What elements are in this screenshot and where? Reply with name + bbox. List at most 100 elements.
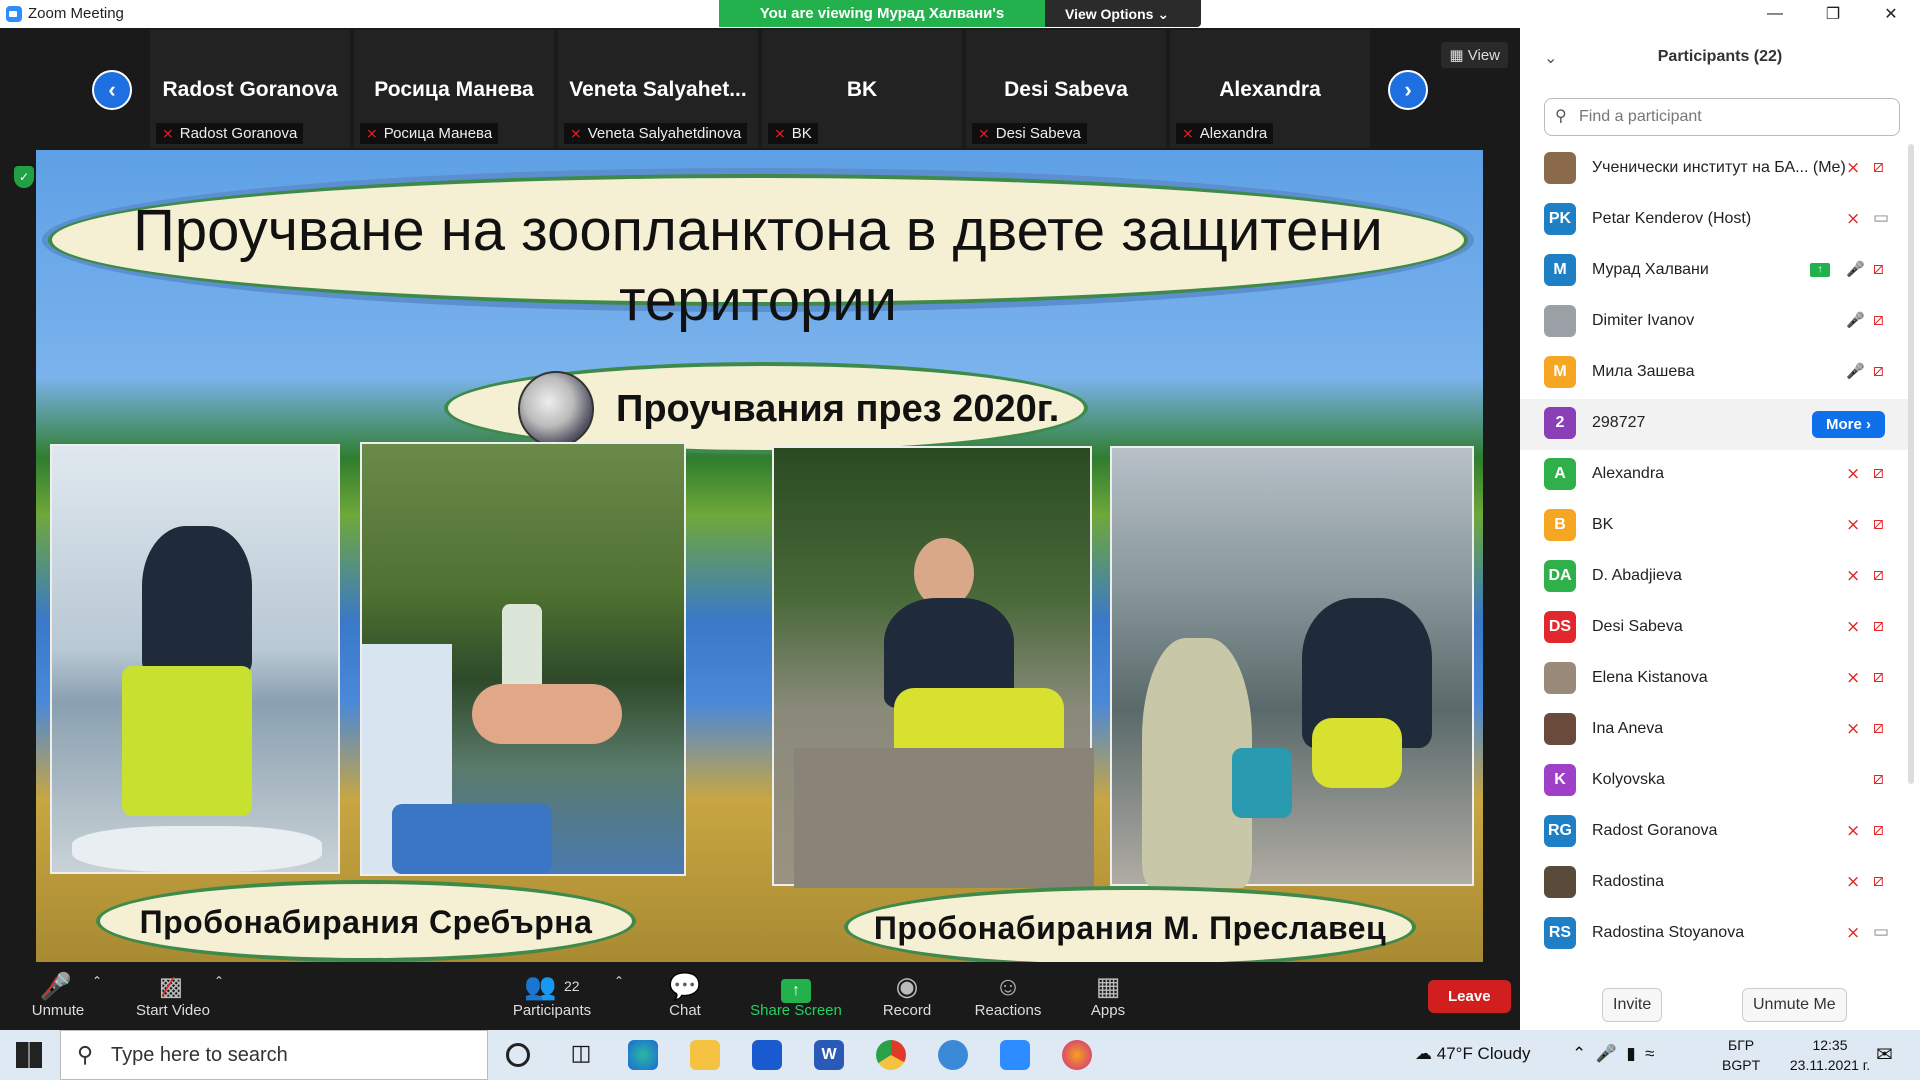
chat-button[interactable]: 💬 Chat	[660, 970, 710, 1019]
participants-caret-icon[interactable]: ⌃	[612, 974, 626, 988]
start-video-button[interactable]: ▩⁄ Start Video	[130, 970, 216, 1019]
view-button[interactable]: ▦ View	[1441, 42, 1508, 68]
view-options-button[interactable]: View Options ⌄	[1045, 0, 1201, 27]
edge-browser-icon[interactable]	[628, 1040, 658, 1070]
participant-row[interactable]: M Мурад Халвани ↑ 🎤 ⧄	[1520, 246, 1912, 297]
messenger-icon[interactable]	[938, 1040, 968, 1070]
zoom-taskbar-icon[interactable]	[1000, 1040, 1030, 1070]
video-off-icon[interactable]: ⧄	[1873, 871, 1884, 891]
close-icon[interactable]: ✕	[1862, 0, 1920, 28]
participants-button[interactable]: 👥 22 Participants	[510, 970, 594, 1019]
apps-button[interactable]: ▦ Apps	[1088, 970, 1128, 1019]
video-off-icon[interactable]: ⧄	[1873, 718, 1884, 738]
participant-row[interactable]: RG Radost Goranova ⨯ ⧄	[1520, 807, 1912, 858]
participant-row[interactable]: Elena Kistanova ⨯ ⧄	[1520, 654, 1912, 705]
participant-list-scrollbar[interactable]	[1908, 144, 1914, 784]
participant-row[interactable]: Dimiter Ivanov 🎤 ⧄	[1520, 297, 1912, 348]
mic-icon[interactable]: 🎤	[1846, 362, 1865, 380]
weather-widget[interactable]: ☁ 47°F Cloudy	[1415, 1044, 1530, 1064]
firefox-icon[interactable]	[1062, 1040, 1092, 1070]
language-indicator[interactable]: БГР BGPT	[1722, 1035, 1760, 1075]
video-tile[interactable]: Desi Sabeva ⨯ Desi Sabeva	[966, 30, 1166, 148]
mic-icon[interactable]: 🎤	[1846, 311, 1865, 329]
video-off-icon[interactable]: ⧄	[1873, 310, 1884, 330]
mic-muted-icon[interactable]: ⨯	[1846, 923, 1860, 943]
video-off-icon[interactable]: ⧄	[1873, 463, 1884, 483]
video-icon[interactable]: ▭	[1873, 922, 1889, 942]
clock[interactable]: 12:35 23.11.2021 г.	[1780, 1035, 1880, 1075]
word-icon[interactable]: W	[814, 1040, 844, 1070]
prev-page-button[interactable]: ‹	[92, 70, 132, 110]
video-tile[interactable]: BK ⨯ BK	[762, 30, 962, 148]
notifications-icon[interactable]: ✉	[1876, 1042, 1893, 1067]
cortana-icon[interactable]	[506, 1043, 530, 1067]
windows-start-icon[interactable]	[16, 1042, 42, 1068]
mic-muted-icon[interactable]: ⨯	[1846, 158, 1860, 178]
mic-muted-icon[interactable]: ⨯	[1846, 209, 1860, 229]
participant-row[interactable]: Ученически институт на БА... (Me) ⨯ ⧄	[1520, 144, 1912, 195]
participant-search-input[interactable]: ⚲ Find a participant	[1544, 98, 1900, 136]
task-view-icon[interactable]: ◫	[566, 1040, 596, 1070]
show-hidden-icons-icon[interactable]: ⌃	[1572, 1044, 1586, 1063]
video-tile[interactable]: Veneta Salyahet... ⨯ Veneta Salyahetdinova	[558, 30, 758, 148]
mic-muted-icon[interactable]: ⨯	[1846, 464, 1860, 484]
chrome-icon[interactable]	[876, 1040, 906, 1070]
participant-row[interactable]: A Alexandra ⨯ ⧄	[1520, 450, 1912, 501]
mic-muted-icon[interactable]: ⨯	[1846, 617, 1860, 637]
microphone-icon[interactable]: 🎤	[1596, 1044, 1617, 1063]
video-tile[interactable]: Росица Манева ⨯ Росица Манева	[354, 30, 554, 148]
video-off-icon[interactable]: ⧄	[1873, 361, 1884, 381]
participant-row[interactable]: M Мила Зашева 🎤 ⧄	[1520, 348, 1912, 399]
unmute-button[interactable]: 🎤⁄ Unmute	[28, 970, 88, 1019]
participant-row[interactable]: RS Radostina Stoyanova ⨯ ▭	[1520, 909, 1912, 960]
app-title: Zoom Meeting	[6, 5, 124, 22]
battery-icon[interactable]: ▮	[1626, 1044, 1635, 1063]
share-screen-button[interactable]: ↑ Share Screen	[750, 970, 842, 1019]
video-options-caret-icon[interactable]: ⌃	[212, 974, 226, 988]
mic-muted-icon[interactable]: ⨯	[1846, 566, 1860, 586]
participants-icon: 👥	[524, 971, 557, 1001]
video-tile[interactable]: Radost Goranova ⨯ Radost Goranova	[150, 30, 350, 148]
wifi-icon[interactable]: ≈	[1645, 1044, 1654, 1063]
video-off-icon[interactable]: ⧄	[1873, 820, 1884, 840]
record-button[interactable]: ◉ Record	[878, 970, 936, 1019]
mic-muted-icon[interactable]: ⨯	[1846, 515, 1860, 535]
video-icon[interactable]: ▭	[1873, 208, 1889, 228]
reactions-button[interactable]: ☺ Reactions	[972, 970, 1044, 1019]
video-off-icon[interactable]: ⧄	[1873, 514, 1884, 534]
next-page-button[interactable]: ›	[1388, 70, 1428, 110]
encryption-shield-icon[interactable]: ✓	[14, 166, 34, 188]
unmute-me-button[interactable]: Unmute Me	[1742, 988, 1847, 1022]
mic-muted-icon[interactable]: ⨯	[1846, 719, 1860, 739]
video-off-icon[interactable]: ⧄	[1873, 565, 1884, 585]
participant-row[interactable]: K Kolyovska ⧄	[1520, 756, 1912, 807]
video-off-icon[interactable]: ⧄	[1873, 157, 1884, 177]
participant-row[interactable]: Radostina ⨯ ⧄	[1520, 858, 1912, 909]
mic-muted-icon[interactable]: ⨯	[1846, 821, 1860, 841]
participant-row[interactable]: Ina Aneva ⨯ ⧄	[1520, 705, 1912, 756]
taskbar-search-input[interactable]: ⚲ Type here to search	[60, 1030, 488, 1080]
participant-row[interactable]: PK Petar Kenderov (Host) ⨯ ▭	[1520, 195, 1912, 246]
leave-button[interactable]: Leave	[1428, 980, 1511, 1013]
invite-button[interactable]: Invite	[1602, 988, 1663, 1022]
chat-icon: 💬	[668, 971, 702, 1001]
participant-row[interactable]: DS Desi Sabeva ⨯ ⧄	[1520, 603, 1912, 654]
mic-icon[interactable]: 🎤	[1846, 260, 1865, 278]
participant-row[interactable]: B BK ⨯ ⧄	[1520, 501, 1912, 552]
microsoft-store-icon[interactable]	[752, 1040, 782, 1070]
participant-more-button[interactable]: More ›	[1812, 411, 1886, 438]
mic-muted-icon[interactable]: ⨯	[1846, 668, 1860, 688]
video-tile[interactable]: Alexandra ⨯ Alexandra	[1170, 30, 1370, 148]
mic-muted-icon[interactable]: ⨯	[1846, 872, 1860, 892]
video-off-icon[interactable]: ⧄	[1873, 259, 1884, 279]
restore-icon[interactable]: ❐	[1804, 0, 1862, 28]
audio-options-caret-icon[interactable]: ⌃	[90, 974, 104, 988]
record-icon: ◉	[895, 971, 919, 1001]
video-off-icon[interactable]: ⧄	[1873, 616, 1884, 636]
file-explorer-icon[interactable]	[690, 1040, 720, 1070]
participant-row[interactable]: 2 298727 More ›	[1520, 399, 1912, 450]
video-off-icon[interactable]: ⧄	[1873, 769, 1884, 789]
participant-row[interactable]: DA D. Abadjieva ⨯ ⧄	[1520, 552, 1912, 603]
minimize-icon[interactable]: —	[1746, 0, 1804, 28]
video-off-icon[interactable]: ⧄	[1873, 667, 1884, 687]
